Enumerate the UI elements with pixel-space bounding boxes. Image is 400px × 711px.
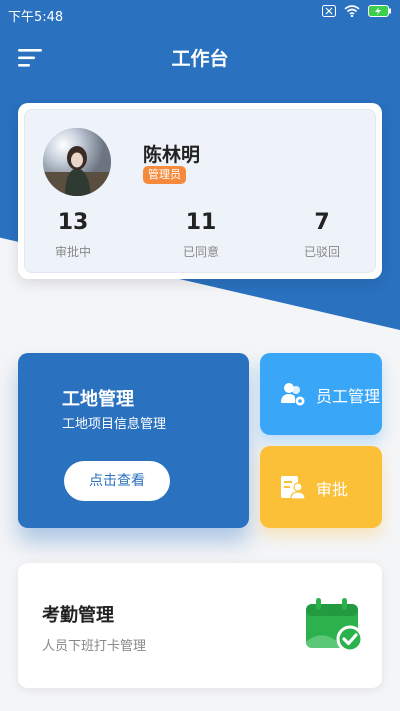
stat-value: 13 [57,210,89,235]
attendance-card[interactable]: 考勤管理 人员下班打卡管理 [18,563,382,688]
status-icons [322,5,392,21]
stat-rejected[interactable]: 7 已驳回 [267,210,377,260]
site-card-title: 工地管理 [62,389,134,410]
attendance-card-title: 考勤管理 [42,605,114,626]
approval-person-icon [280,474,306,500]
stat-pending[interactable]: 13 审批中 [18,210,128,260]
profile-card-inner: 陈林明 管理员 13 审批中 11 已同意 7 已驳回 [24,109,376,273]
attendance-card-subtitle: 人员下班打卡管理 [42,639,147,654]
profile-card: 陈林明 管理员 13 审批中 11 已同意 7 已驳回 [18,103,382,279]
stat-value: 7 [314,210,330,235]
staff-management-card[interactable]: 员工管理 [260,353,382,435]
stat-label: 审批中 [54,245,91,259]
staff-card-label: 员工管理 [316,387,381,406]
calendar-check-icon [304,596,364,654]
title-bar: 工作台 [0,28,400,84]
stat-label: 已同意 [182,245,219,259]
site-management-card[interactable]: 工地管理 工地项目信息管理 点击查看 [18,353,249,528]
stat-value: 11 [185,210,217,235]
approval-card[interactable]: 审批 [260,446,382,528]
avatar[interactable] [43,128,111,196]
site-card-subtitle: 工地项目信息管理 [62,417,167,432]
user-name: 陈林明 [143,144,201,166]
page-title: 工作台 [171,48,229,70]
approval-card-label: 审批 [316,480,349,499]
notification-icon [322,5,336,21]
stat-approved[interactable]: 11 已同意 [146,210,256,260]
battery-charging-icon [368,5,392,21]
wifi-icon [344,5,360,21]
status-bar: 下午5:48 [0,0,400,28]
stat-label: 已驳回 [303,245,340,259]
role-badge: 管理员 [143,166,186,184]
users-gear-icon [280,381,306,407]
status-time: 下午5:48 [8,10,64,25]
view-details-button[interactable]: 点击查看 [64,461,170,501]
